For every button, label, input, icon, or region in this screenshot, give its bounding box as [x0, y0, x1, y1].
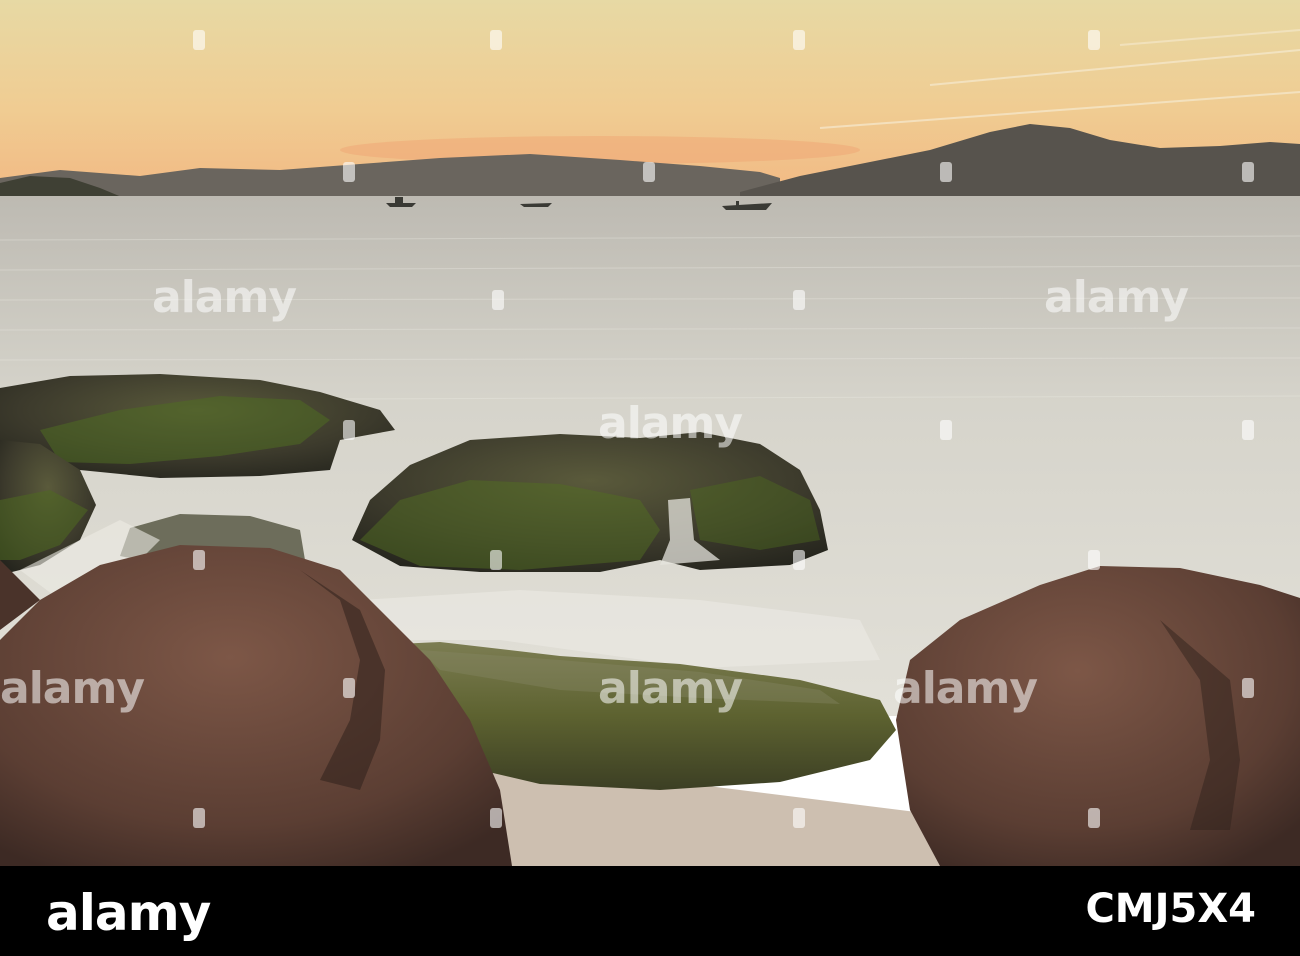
watermark-mark [793, 290, 805, 310]
watermark-mark [492, 290, 504, 310]
alamy-logo[interactable]: alamy [46, 884, 211, 942]
watermark-mark [1088, 550, 1100, 570]
watermark-mark [490, 808, 502, 828]
watermark-mark [1242, 162, 1254, 182]
watermark: alamy [598, 398, 743, 449]
watermark-mark [343, 162, 355, 182]
watermark-mark [490, 550, 502, 570]
watermark: alamy [0, 663, 145, 714]
watermark-mark [1242, 420, 1254, 440]
watermark-mark [940, 162, 952, 182]
watermark-mark [193, 550, 205, 570]
watermark: alamy [1044, 272, 1189, 323]
watermark: alamy [598, 663, 743, 714]
watermark-mark [343, 678, 355, 698]
watermark-mark [1088, 808, 1100, 828]
watermark-mark [193, 30, 205, 50]
watermark-mark [793, 30, 805, 50]
watermark-mark [940, 420, 952, 440]
footer-bar: alamy CMJ5X4 [0, 866, 1300, 956]
watermark-mark [490, 30, 502, 50]
watermark-mark [1242, 678, 1254, 698]
watermark-mark [1088, 30, 1100, 50]
watermark-mark [343, 420, 355, 440]
watermark-mark [193, 808, 205, 828]
watermark-mark [793, 808, 805, 828]
watermark-mark [793, 550, 805, 570]
watermark: alamy [893, 663, 1038, 714]
image-id: CMJ5X4 [1085, 886, 1256, 932]
watermark-mark [643, 162, 655, 182]
watermark: alamy [152, 272, 297, 323]
